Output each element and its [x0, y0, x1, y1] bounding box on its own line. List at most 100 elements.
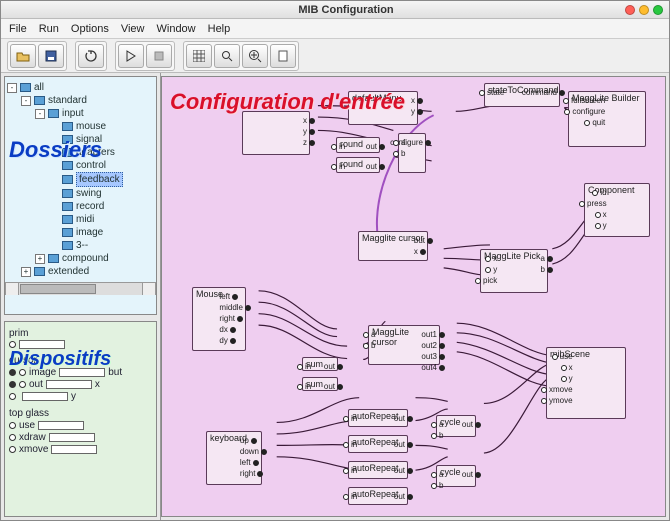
in-port[interactable]: state	[479, 88, 504, 97]
out-port[interactable]: left	[219, 292, 238, 301]
graph-canvas[interactable]: Configuration d'entrée	[161, 76, 666, 517]
device-port-row[interactable]: use	[9, 420, 152, 431]
tree-item[interactable]: +compound	[7, 252, 154, 265]
out-port[interactable]: y	[411, 107, 423, 116]
out-port[interactable]: left	[240, 458, 259, 467]
node-cycle1[interactable]: cycleoutab	[436, 415, 476, 437]
minimize-icon[interactable]	[639, 5, 649, 15]
device-port-row[interactable]	[9, 340, 152, 349]
node-anon1[interactable]: xyz	[242, 111, 310, 155]
out-port[interactable]: but	[414, 236, 433, 245]
out-port[interactable]: out4	[421, 363, 445, 372]
out-port[interactable]: middle	[219, 303, 251, 312]
out-port[interactable]: out	[324, 382, 343, 391]
out-port[interactable]: out	[366, 142, 385, 151]
in-port[interactable]: press	[579, 199, 607, 208]
out-port[interactable]: x	[414, 247, 426, 256]
stop-button[interactable]	[146, 44, 172, 68]
out-port[interactable]: x	[303, 116, 315, 125]
node-maggCursor1[interactable]: Magglite cursorbutx	[358, 231, 428, 261]
device-port-row[interactable]: outx	[9, 379, 152, 390]
tree-item[interactable]: record	[7, 200, 154, 213]
in-port[interactable]: y	[595, 221, 607, 230]
zoom-in-button[interactable]	[242, 44, 268, 68]
tree-item[interactable]: adapters	[7, 146, 154, 159]
node-defaultMenu[interactable]: defaultMenuxy	[348, 91, 418, 125]
in-port[interactable]: a	[363, 330, 375, 339]
in-port[interactable]: quit	[584, 118, 605, 127]
node-maggCursor2[interactable]: MaggLite cursorout1out2out3out4ab	[368, 325, 440, 365]
in-port[interactable]: x	[485, 254, 497, 263]
out-port[interactable]: dx	[219, 325, 235, 334]
menu-run[interactable]: Run	[39, 23, 59, 35]
in-port[interactable]: b	[431, 481, 443, 490]
tree-root[interactable]: -all	[7, 81, 154, 94]
out-port[interactable]: command	[522, 88, 565, 97]
out-port[interactable]: out	[394, 466, 413, 475]
in-port[interactable]: in	[343, 466, 357, 475]
device-block[interactable]: prim	[9, 328, 152, 349]
tree-item[interactable]: control	[7, 159, 154, 172]
tree-hscroll[interactable]	[5, 282, 156, 295]
in-port[interactable]: xmove	[541, 385, 573, 394]
in-port[interactable]: a	[431, 420, 443, 429]
out-port[interactable]: x	[411, 96, 423, 105]
out-port[interactable]: out	[462, 470, 481, 479]
zoom-icon[interactable]	[653, 5, 663, 15]
out-port[interactable]: a	[541, 254, 553, 263]
tree-item[interactable]: +extended	[7, 265, 154, 278]
node-autoRep4[interactable]: autoRepeatoutin	[348, 487, 408, 505]
out-port[interactable]: y	[303, 127, 315, 136]
node-round2[interactable]: roundoutin	[336, 157, 380, 173]
tree-item[interactable]: signal	[7, 133, 154, 146]
in-port[interactable]: configure	[564, 107, 605, 116]
out-port[interactable]: out	[394, 492, 413, 501]
grid-button[interactable]	[186, 44, 212, 68]
in-port[interactable]: a	[393, 138, 405, 147]
in-port[interactable]: ymove	[541, 396, 573, 405]
tree-item[interactable]: 3--	[7, 239, 154, 252]
run-button[interactable]	[118, 44, 144, 68]
in-port[interactable]: in	[343, 440, 357, 449]
in-port[interactable]: x	[561, 363, 573, 372]
in-port[interactable]: in	[297, 382, 311, 391]
reload-button[interactable]	[78, 44, 104, 68]
out-port[interactable]: out	[394, 414, 413, 423]
in-port[interactable]: a	[431, 470, 443, 479]
in-port[interactable]: fullscreen	[563, 96, 605, 105]
tree-item[interactable]: image	[7, 226, 154, 239]
in-port[interactable]: in	[331, 162, 345, 171]
menu-window[interactable]: Window	[157, 23, 196, 35]
out-port[interactable]: right	[219, 314, 243, 323]
node-autoRep2[interactable]: autoRepeatoutin	[348, 435, 408, 453]
tree-item[interactable]: mouse	[7, 120, 154, 133]
out-port[interactable]: up	[240, 436, 257, 445]
device-port-row[interactable]: xmove	[9, 444, 152, 455]
node-autoRep3[interactable]: autoRepeatoutin	[348, 461, 408, 479]
menu-view[interactable]: View	[121, 23, 145, 35]
node-maggPick[interactable]: MaggLite Pickabxypick	[480, 249, 548, 293]
in-port[interactable]: y	[485, 265, 497, 274]
in-port[interactable]: in	[343, 492, 357, 501]
in-port[interactable]: in	[343, 414, 357, 423]
node-cycle2[interactable]: cycleoutab	[436, 465, 476, 487]
node-anon2[interactable]: configureab	[398, 133, 426, 173]
out-port[interactable]: out2	[421, 341, 445, 350]
in-port[interactable]: id	[592, 188, 606, 197]
node-autoRep1[interactable]: autoRepeatoutin	[348, 409, 408, 427]
out-port[interactable]: b	[541, 265, 553, 274]
out-port[interactable]: down	[240, 447, 267, 456]
in-port[interactable]: y	[561, 374, 573, 383]
device-block[interactable]: top glassusexdrawxmove	[9, 408, 152, 455]
tree-item[interactable]: -input	[7, 107, 154, 120]
in-port[interactable]: in	[331, 142, 345, 151]
in-port[interactable]: x	[595, 210, 607, 219]
menu-help[interactable]: Help	[208, 23, 231, 35]
close-icon[interactable]	[625, 5, 635, 15]
out-port[interactable]: right	[240, 469, 264, 478]
device-block[interactable]: cursorimagebutoutxy	[9, 355, 152, 402]
in-port[interactable]: in	[297, 362, 311, 371]
node-sum1[interactable]: sumoutin	[302, 357, 338, 371]
node-component[interactable]: Componentidpressxy	[584, 183, 650, 237]
out-port[interactable]: out	[366, 162, 385, 171]
